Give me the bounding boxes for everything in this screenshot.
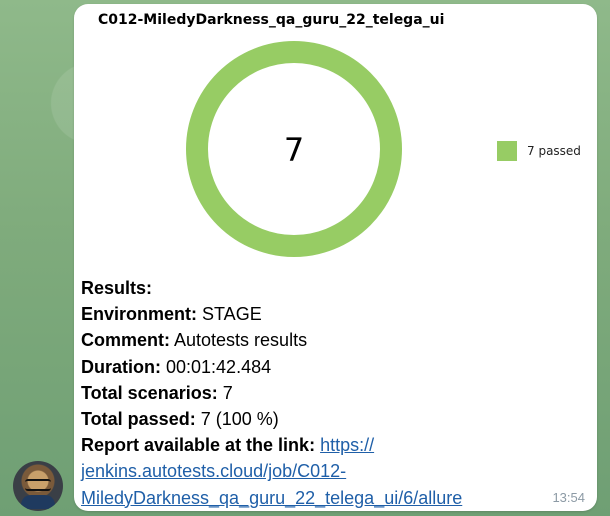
report-chart-image[interactable]: C012-MiledyDarkness_qa_guru_22_telega_ui… [84,4,594,262]
avatar-collar [21,495,55,509]
duration-label: Duration: [81,356,161,377]
comment-value: Autotests results [170,330,308,351]
environment-label: Environment: [81,304,198,325]
results-label: Results: [81,278,153,298]
report-link-part1[interactable]: https:// [320,435,374,455]
report-link-label: Report available at the link: [81,435,316,456]
duration-value: 00:01:42.484 [161,356,272,377]
total-scenarios-line: Total scenarios: 7 [81,380,521,406]
environment-line: Environment: STAGE [81,301,521,327]
results-line: Results: [81,275,521,301]
report-link-line-3: MiledyDarkness_qa_guru_22_telega_ui/6/al… [81,485,521,511]
donut-center-label: 7 [284,131,304,169]
total-passed-label: Total passed: [81,409,196,430]
report-link-line: Report available at the link: https:// [81,432,521,458]
total-scenarios-label: Total scenarios: [81,382,218,403]
legend-swatch-passed [497,141,517,161]
sender-avatar[interactable] [13,461,63,511]
environment-value: STAGE [197,304,262,325]
message-bubble: C012-MiledyDarkness_qa_guru_22_telega_ui… [74,4,597,511]
glasses-icon [25,479,51,491]
comment-line: Comment: Autotests results [81,327,521,353]
legend-label-passed: 7 passed [527,144,581,158]
report-title: C012-MiledyDarkness_qa_guru_22_telega_ui [98,12,445,28]
message-text: Results: Environment: STAGE Comment: Aut… [81,275,521,511]
duration-line: Duration: 00:01:42.484 [81,354,521,380]
total-scenarios-value: 7 [217,382,233,403]
report-link-part3[interactable]: MiledyDarkness_qa_guru_22_telega_ui/6/al… [81,488,462,508]
chart-legend: 7 passed [497,141,581,161]
comment-label: Comment: [81,330,170,351]
total-passed-line: Total passed: 7 (100 %) [81,406,521,432]
report-link-part2[interactable]: jenkins.autotests.cloud/job/C012- [81,461,346,481]
message-timestamp: 13:54 [552,490,585,505]
report-link-line-2: jenkins.autotests.cloud/job/C012- [81,458,521,484]
donut-chart: 7 [186,41,402,257]
total-passed-value: 7 (100 %) [195,409,279,430]
